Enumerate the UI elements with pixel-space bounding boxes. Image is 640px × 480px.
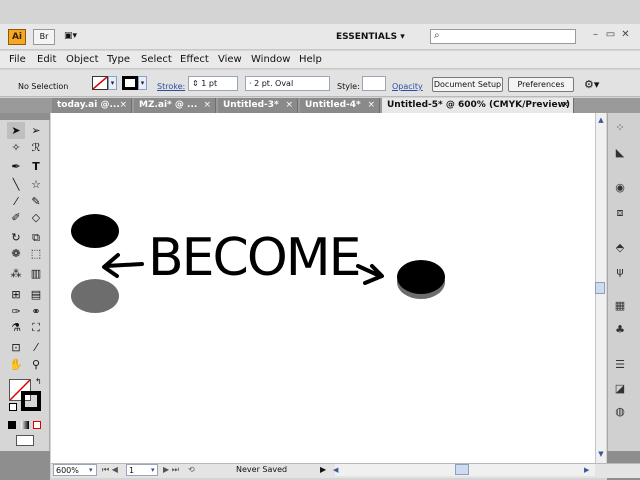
- tools-panel-footer: [0, 451, 50, 480]
- horizontal-scroll-thumb[interactable]: [455, 464, 469, 475]
- panel-dock: [607, 113, 640, 451]
- first-artboard-icon[interactable]: ⏮ ◀: [102, 464, 118, 476]
- graphic-styles-icon[interactable]: ◍: [612, 404, 628, 420]
- stroke-panel-icon[interactable]: ☰: [612, 357, 628, 373]
- scroll-left-icon[interactable]: ◀: [333, 464, 338, 476]
- artboard-dropdown-icon[interactable]: ▾: [151, 464, 155, 476]
- gray-circle: [71, 279, 119, 313]
- gradient-swatch-icon[interactable]: ◪: [612, 381, 628, 397]
- zoom-value: 600%: [56, 466, 79, 475]
- color-guide-icon[interactable]: ⁘: [612, 120, 628, 136]
- next-artboard-icon[interactable]: ▶ ⏭: [163, 464, 179, 476]
- swatches-icon[interactable]: ▦: [612, 298, 628, 314]
- left-arrow: [102, 253, 144, 278]
- scroll-down-icon[interactable]: ▼: [596, 449, 606, 459]
- become-text[interactable]: BECOME: [148, 228, 361, 288]
- status-menu-icon[interactable]: ▶: [320, 464, 326, 476]
- black-disc: [397, 260, 445, 294]
- layers-icon[interactable]: ⬘: [612, 240, 628, 256]
- artboard-number: 1: [129, 466, 135, 475]
- scroll-right-icon[interactable]: ▶: [584, 464, 589, 476]
- black-circle: [71, 214, 119, 248]
- save-status: Never Saved: [236, 465, 288, 474]
- scroll-up-icon[interactable]: ▲: [596, 115, 606, 125]
- symbols-icon[interactable]: ♣: [612, 322, 628, 338]
- zoom-dropdown-icon[interactable]: ▾: [89, 464, 97, 476]
- right-arrow: [356, 264, 384, 285]
- vertical-scroll-thumb[interactable]: [595, 282, 605, 294]
- transparency-icon[interactable]: ⧈: [612, 205, 628, 221]
- brushes-icon[interactable]: ψ: [612, 264, 628, 280]
- gradient-panel-icon[interactable]: ◣: [612, 145, 628, 161]
- appearance-icon[interactable]: ◉: [612, 180, 628, 196]
- reveal-icon[interactable]: ⟲: [188, 464, 195, 476]
